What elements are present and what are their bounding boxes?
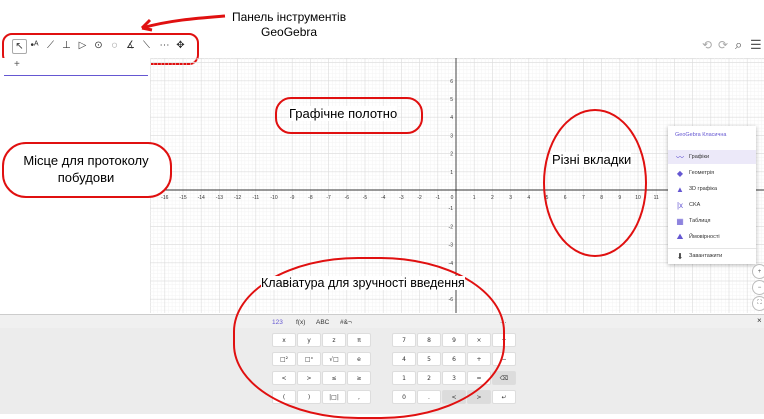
x-tick-label: -5	[363, 195, 368, 201]
protocol-annotation: Місце для протоколу побудови	[10, 152, 162, 186]
menu-item-label: Таблиця	[689, 218, 711, 224]
menu-item-cas[interactable]: |x CKA	[668, 198, 756, 212]
x-tick-label: -4	[381, 195, 386, 201]
redo-icon[interactable]: ⟳	[718, 38, 728, 52]
y-tick-label: 5	[450, 97, 453, 103]
x-tick-label: -9	[290, 195, 295, 201]
x-tick-label: -14	[198, 195, 205, 201]
add-input-button[interactable]: +	[14, 59, 20, 70]
x-tick-label: -13	[216, 195, 223, 201]
menu-icon[interactable]: ☰	[750, 37, 762, 53]
graphics-annotation: Графічне полотно	[289, 106, 398, 121]
x-tick-label: -11	[252, 195, 259, 201]
tabs-annotation: Різні вкладки	[552, 152, 632, 167]
x-tick-label: 11	[654, 195, 659, 201]
toolbar-annotation-line1: Панель інструментів	[232, 10, 347, 24]
menu-item-label: Геометрія	[689, 170, 715, 176]
download-icon: ⬇	[676, 251, 684, 261]
y-tick-label: -1	[449, 206, 454, 212]
keyboard-annotation: Клавіатура для зручності введення	[261, 276, 465, 290]
key[interactable]: ⌫	[492, 371, 516, 385]
annotation-arrow	[140, 14, 226, 32]
x-tick-label: 4	[527, 195, 530, 201]
menu-item-3d[interactable]: ▲ 3D графіка	[668, 182, 756, 196]
zoom-in-button[interactable]: +	[752, 264, 764, 279]
undo-icon[interactable]: ⟲	[702, 38, 712, 52]
cas-icon: |x	[676, 200, 684, 210]
menu-item-label: Ймовірності	[689, 234, 720, 240]
x-tick-label: -12	[234, 195, 241, 201]
x-tick-label: 0	[451, 195, 454, 201]
search-icon[interactable]: ⌕	[735, 37, 742, 53]
y-tick-label: -2	[449, 224, 454, 230]
menu-item-label: Графіки	[689, 154, 710, 160]
x-tick-label: -2	[417, 195, 422, 201]
y-tick-label: 1	[450, 170, 453, 176]
3d-icon: ▲	[676, 184, 684, 194]
y-tick-label: 2	[450, 152, 453, 158]
x-tick-label: -7	[326, 195, 331, 201]
y-tick-label: 6	[450, 79, 453, 85]
x-tick-label: -15	[179, 195, 186, 201]
menu-item-label: Завантажити	[689, 253, 723, 259]
perspectives-menu: GeoGebra Класична 〰 Графіки ◆ Геометрія …	[668, 126, 756, 264]
keyboard-close-button[interactable]: ×	[757, 316, 762, 325]
x-tick-label: -8	[308, 195, 313, 201]
algebra-input-underline	[4, 75, 148, 76]
table-icon: ▦	[676, 216, 684, 226]
x-tick-label: -6	[345, 195, 350, 201]
menu-item-table[interactable]: ▦ Таблиця	[668, 214, 756, 228]
y-tick-label: 3	[450, 133, 453, 139]
x-tick-label: -3	[399, 195, 404, 201]
protocol-annotation-line2: побудови	[57, 170, 115, 185]
x-tick-label: -16	[161, 195, 168, 201]
menu-item-graphing[interactable]: 〰 Графіки	[668, 150, 756, 164]
y-tick-label: 4	[450, 115, 453, 121]
menu-item-label: CKA	[689, 202, 701, 208]
key[interactable]: ↵	[492, 390, 516, 404]
x-tick-label: -10	[270, 195, 277, 201]
menu-item-geometry[interactable]: ◆ Геометрія	[668, 166, 756, 180]
menu-item-label: 3D графіка	[689, 186, 718, 192]
fullscreen-button[interactable]: ⛶	[752, 296, 764, 311]
protocol-annotation-line1: Місце для протоколу	[23, 153, 149, 168]
probability-icon: ⛰	[676, 232, 684, 241]
menu-item-probability[interactable]: ⛰ Ймовірності	[668, 230, 756, 244]
y-tick-label: -4	[449, 261, 454, 267]
x-tick-label: 3	[509, 195, 512, 201]
y-tick-label: -3	[449, 243, 454, 249]
graph-icon: 〰	[676, 152, 684, 162]
menu-title: GeoGebra Класична	[675, 132, 727, 138]
x-tick-label: -1	[436, 195, 441, 201]
menu-item-download[interactable]: ⬇ Завантажити	[668, 248, 756, 263]
x-tick-label: 2	[491, 195, 494, 201]
tabs-label-loop	[543, 109, 647, 257]
geometry-icon: ◆	[676, 168, 684, 178]
x-tick-label: 1	[473, 195, 476, 201]
zoom-out-button[interactable]: −	[752, 280, 764, 295]
